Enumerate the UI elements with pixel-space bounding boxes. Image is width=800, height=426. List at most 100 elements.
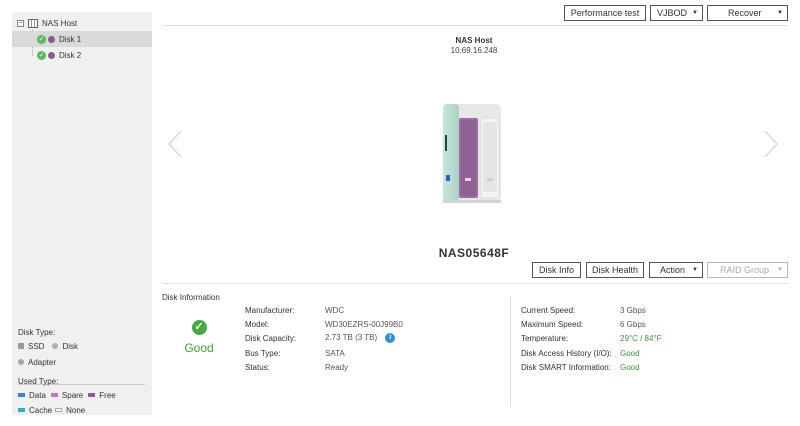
tree-root-label: NAS Host <box>42 18 78 28</box>
info-label: Manufacturer: <box>245 306 295 315</box>
bus-type-value: SATA <box>325 349 345 358</box>
disk-health-label: Disk Health <box>591 265 638 275</box>
info-row: Ready <box>325 363 348 375</box>
info-row: Model: <box>245 320 269 332</box>
disk-capacity-value: 2.73 TB (3 TB) <box>325 333 378 343</box>
performance-test-label: Performance test <box>570 8 640 18</box>
info-row: Disk Capacity: <box>245 334 296 346</box>
ssd-icon <box>18 343 24 349</box>
sidebar: − NAS Host ✓ Disk 1 ✓ Disk 2 Disk Type: … <box>12 12 152 415</box>
disk-information-title: Disk Information <box>162 293 220 302</box>
info-row: Disk Access History (I/O): <box>521 349 612 361</box>
info-label: Current Speed: <box>521 306 576 315</box>
legend-spare: Spare <box>61 390 84 400</box>
tree-item-label: Disk 1 <box>59 34 82 44</box>
nas-device-image <box>441 100 503 204</box>
none-icon <box>55 408 63 412</box>
disk-status-text: Good <box>184 341 214 355</box>
manufacturer-value: WDC <box>325 306 345 315</box>
adapter-icon <box>18 359 24 365</box>
used-type-legend: Used Type: Data Spare Free Cache None <box>18 374 116 417</box>
legend-none: None <box>66 405 86 415</box>
access-history-value: Good <box>620 349 640 358</box>
current-speed-value: 3 Gbps <box>620 306 646 315</box>
cache-icon <box>18 408 25 412</box>
info-row: Temperature: <box>521 334 568 346</box>
caret-down-icon: ▼ <box>777 10 783 16</box>
tree-item-label: Disk 2 <box>59 50 82 60</box>
info-label: Status: <box>245 363 270 372</box>
legend-data: Data <box>29 390 46 400</box>
caret-down-icon: ▼ <box>777 267 783 273</box>
legend-ssd: SSD <box>28 341 45 351</box>
host-name: NAS Host <box>455 36 493 45</box>
legend-free: Free <box>99 390 116 400</box>
info-label: Bus Type: <box>245 349 281 358</box>
tree-item-disk-2[interactable]: ✓ Disk 2 <box>12 47 152 63</box>
disk-health-button[interactable]: Disk Health <box>586 262 644 278</box>
host-ip: 10.69.16.248 <box>450 46 498 55</box>
maximum-speed-value: 6 Gbps <box>620 320 646 329</box>
free-icon <box>88 393 96 397</box>
info-row: Manufacturer: <box>245 306 294 318</box>
vjbod-dropdown[interactable]: VJBOD ▼ <box>650 5 703 21</box>
info-row: 3 Gbps <box>620 306 646 318</box>
disk-info-button[interactable]: Disk Info <box>532 262 581 278</box>
legend-cache: Cache <box>29 405 53 415</box>
info-row: Bus Type: <box>245 349 280 361</box>
used-type-title: Used Type: <box>18 376 59 386</box>
nas-host-icon <box>28 18 38 28</box>
disk-free-icon <box>48 35 55 43</box>
info-row: Maximum Speed: <box>521 320 583 332</box>
info-label: Maximum Speed: <box>521 320 584 329</box>
caret-down-icon: ▼ <box>692 267 698 273</box>
disk-type-legend: Disk Type: SSD Disk Adapter <box>18 325 78 369</box>
action-label: Action <box>660 265 686 275</box>
info-row: Good <box>620 363 640 375</box>
good-check-icon: ✓ <box>191 320 207 335</box>
info-label: Disk SMART Information: <box>521 363 611 372</box>
next-arrow-icon[interactable] <box>764 130 778 158</box>
info-label: Disk Access History (I/O): <box>521 349 612 358</box>
disk-icon <box>52 343 59 349</box>
recover-label: Recover <box>728 8 762 18</box>
nas-model-name: NAS05648F <box>438 246 510 260</box>
disk-type-title: Disk Type: <box>18 327 56 337</box>
info-label: Disk Capacity: <box>245 334 297 343</box>
spare-icon <box>50 393 58 397</box>
info-row: Good <box>620 349 640 361</box>
disk-status-summary: ✓ Good <box>180 320 218 355</box>
vjbod-label: VJBOD <box>657 8 688 18</box>
info-row: Status: <box>245 363 270 375</box>
info-row: 2.73 TB (3 TB) i <box>325 333 396 345</box>
collapse-icon[interactable]: − <box>17 19 24 27</box>
info-row: Current Speed: <box>521 306 575 318</box>
info-row: 29°C / 84°F <box>620 334 662 346</box>
toolbar-divider <box>162 25 788 26</box>
smart-information-value: Good <box>620 363 640 372</box>
data-icon <box>18 393 25 397</box>
legend-adapter: Adapter <box>28 357 57 367</box>
tree-item-disk-1[interactable]: ✓ Disk 1 <box>12 31 152 47</box>
info-row: 6 Gbps <box>620 320 646 332</box>
action-dropdown[interactable]: Action ▼ <box>649 262 703 278</box>
info-icon[interactable]: i <box>385 333 396 343</box>
tree-root-nas-host[interactable]: − NAS Host <box>17 16 77 30</box>
disk-free-icon <box>48 51 55 59</box>
info-label: Temperature: <box>521 334 569 343</box>
performance-test-button[interactable]: Performance test <box>564 5 646 21</box>
info-row: Disk SMART Information: <box>521 363 611 375</box>
legend-disk: Disk <box>62 341 79 351</box>
disk-info-label: Disk Info <box>538 265 574 275</box>
check-icon: ✓ <box>37 34 46 44</box>
check-icon: ✓ <box>37 50 46 60</box>
recover-dropdown[interactable]: Recover ▼ <box>707 5 788 21</box>
raid-group-label: RAID Group <box>720 265 770 275</box>
info-row: WDC <box>325 306 344 318</box>
info-row: WD30EZRS-00J99B0 <box>325 320 403 332</box>
temperature-value: 29°C / 84°F <box>620 334 662 343</box>
column-divider <box>510 296 511 406</box>
section-divider <box>162 283 788 284</box>
previous-arrow-icon[interactable] <box>168 130 182 158</box>
raid-group-dropdown[interactable]: RAID Group ▼ <box>707 262 788 278</box>
